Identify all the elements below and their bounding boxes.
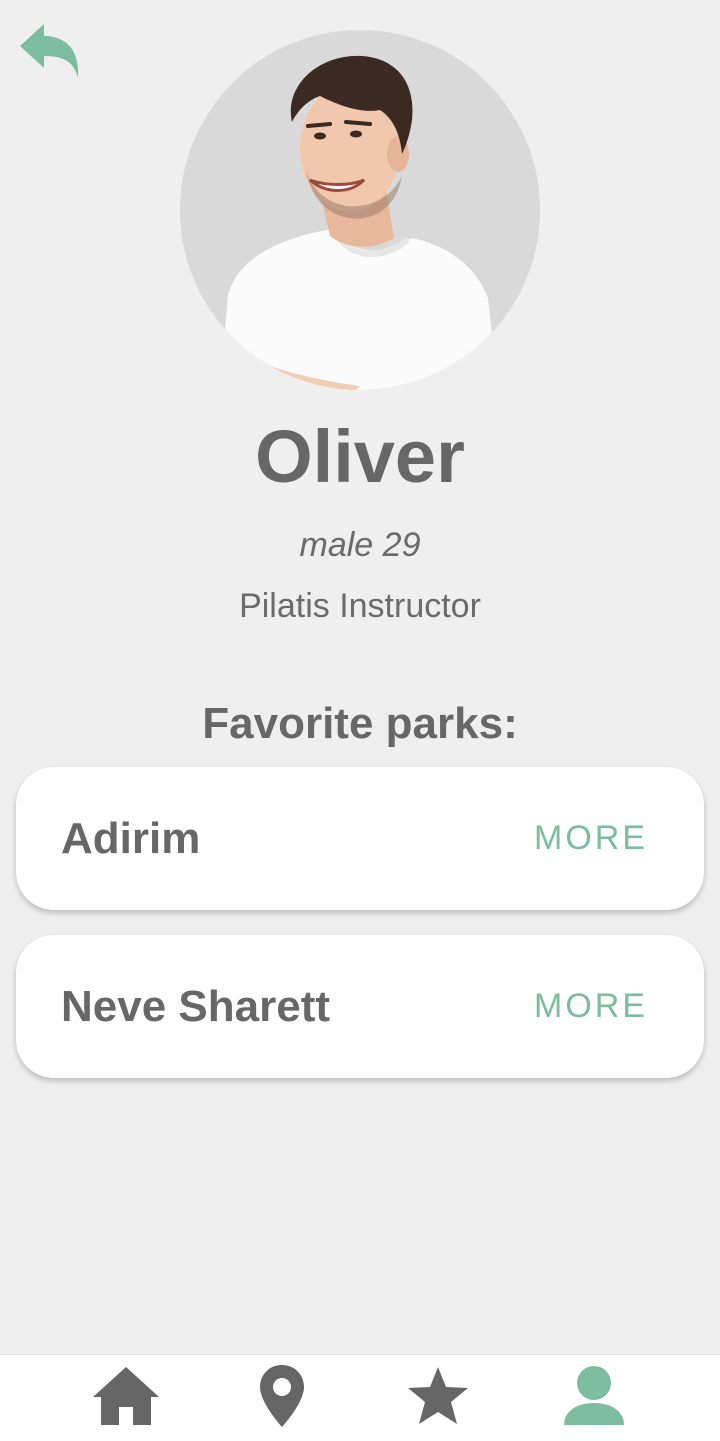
- park-card: Neve Sharett MORE: [16, 935, 704, 1078]
- person-icon: [559, 1363, 629, 1429]
- park-name: Neve Sharett: [61, 982, 331, 1031]
- bottom-navigation: [0, 1354, 720, 1441]
- avatar: [180, 30, 540, 390]
- profile-occupation: Pilatis Instructor: [239, 587, 481, 625]
- more-button[interactable]: MORE: [534, 935, 648, 1078]
- profile-name: Oliver: [255, 415, 465, 498]
- park-name: Adirim: [61, 814, 201, 863]
- park-card: Adirim MORE: [16, 767, 704, 910]
- star-icon: [403, 1363, 473, 1429]
- nav-home-button[interactable]: [91, 1363, 161, 1429]
- nav-favorites-button[interactable]: [403, 1363, 473, 1429]
- back-button[interactable]: [18, 20, 82, 82]
- more-button[interactable]: MORE: [534, 767, 648, 910]
- favorite-parks-heading: Favorite parks:: [202, 699, 518, 748]
- home-icon: [91, 1363, 161, 1429]
- nav-profile-button[interactable]: [559, 1363, 629, 1429]
- nav-map-button[interactable]: [247, 1363, 317, 1429]
- map-pin-icon: [247, 1363, 317, 1429]
- reply-arrow-icon: [18, 20, 82, 82]
- profile-gender-age: male 29: [299, 526, 421, 564]
